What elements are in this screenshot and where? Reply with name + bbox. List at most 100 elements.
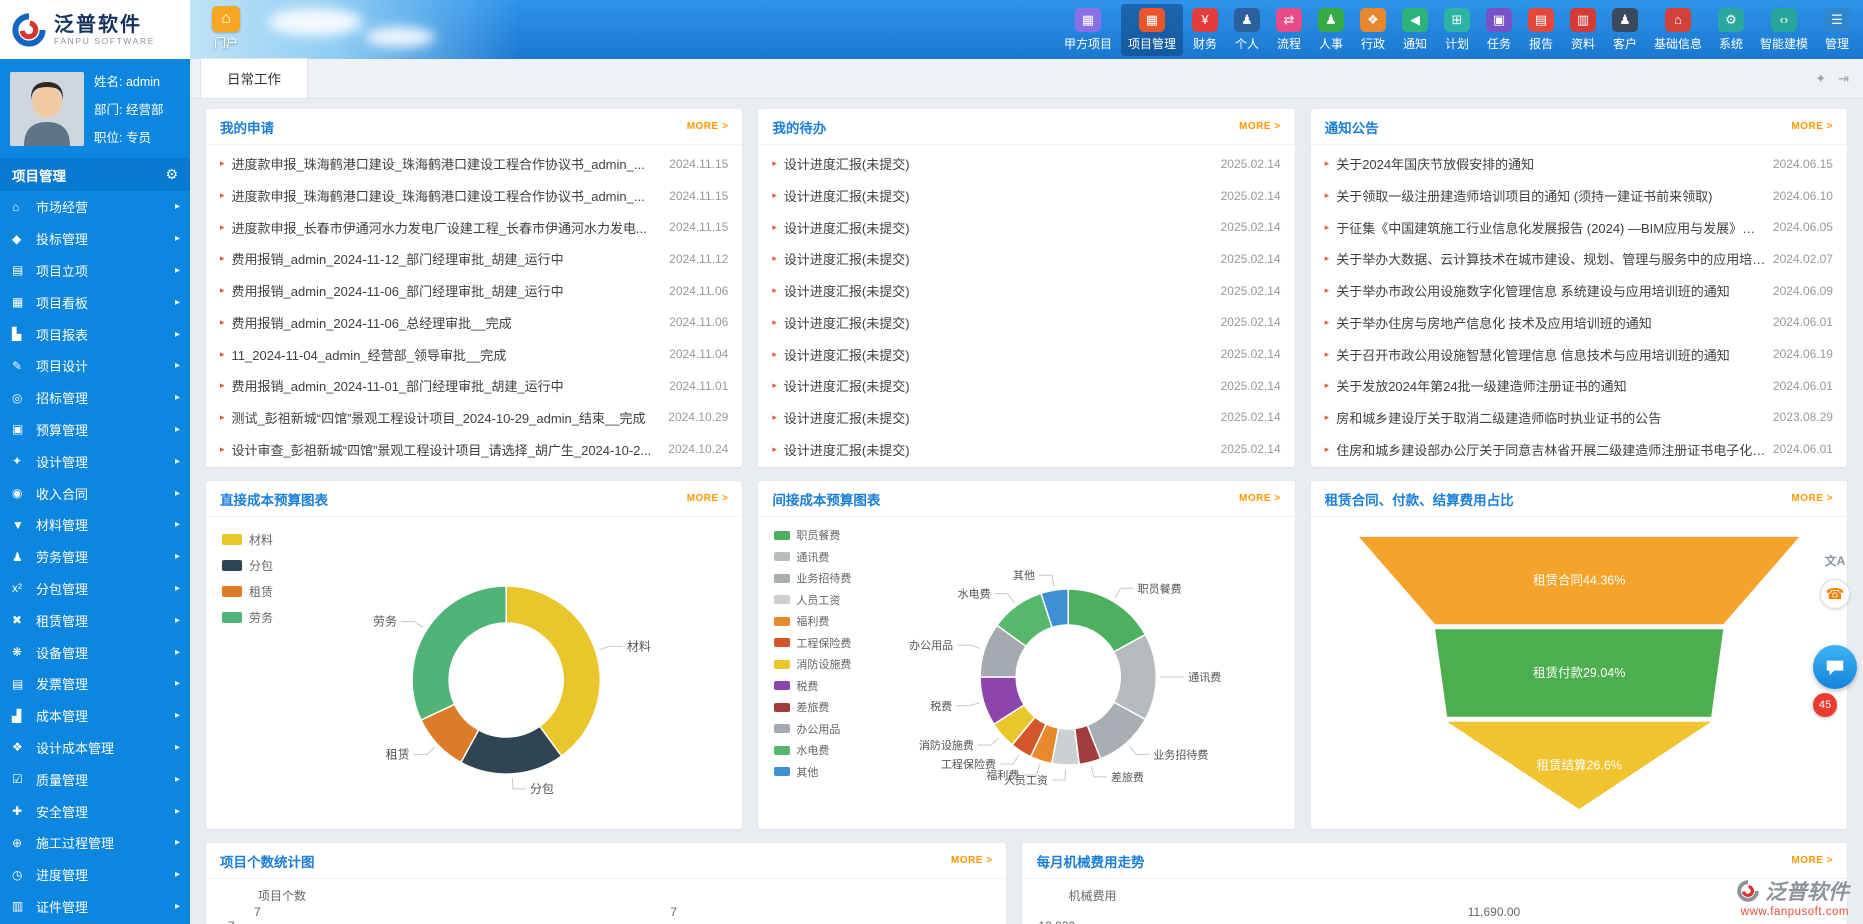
topnav-item[interactable]: ⚙系统 [1711, 4, 1751, 56]
sidebar-item[interactable]: ▤发票管理▸ [0, 668, 190, 700]
list-item[interactable]: ▸于征集《中国建筑施工行业信息化发展报告 (2024) —BIM应用与发展》材料… [1325, 211, 1833, 243]
legend-item[interactable]: 分包 [222, 557, 273, 574]
more-link[interactable]: MORE > [1791, 855, 1833, 866]
list-item[interactable]: ▸设计进度汇报(未提交)2025.02.14 [772, 338, 1280, 370]
legend-item[interactable]: 水电费 [774, 742, 851, 758]
list-item[interactable]: ▸测试_彭祖新城“四馆”景观工程设计项目_2024-10-29_admin_结束… [220, 402, 728, 434]
sidebar-item[interactable]: ✎项目设计▸ [0, 350, 190, 382]
topnav-item[interactable]: ⊞计划 [1437, 4, 1477, 56]
legend-item[interactable]: 人员工资 [774, 592, 851, 608]
topnav-item[interactable]: ‹›智能建模 [1753, 4, 1815, 56]
sidebar-item[interactable]: ◷进度管理▸ [0, 859, 190, 891]
topnav-item[interactable]: ❖行政 [1353, 4, 1393, 56]
sidebar-item[interactable]: ♟劳务管理▸ [0, 541, 190, 573]
sidebar-item[interactable]: ▼材料管理▸ [0, 509, 190, 541]
sidebar-item[interactable]: ▟成本管理▸ [0, 700, 190, 732]
legend-item[interactable]: 其他 [774, 764, 851, 780]
list-item[interactable]: ▸设计进度汇报(未提交)2025.02.14 [772, 243, 1280, 275]
topnav-item[interactable]: ▤报告 [1521, 4, 1561, 56]
chat-button[interactable] [1813, 645, 1857, 689]
sidebar-item[interactable]: ◎招标管理▸ [0, 382, 190, 414]
pie-slice[interactable] [506, 586, 600, 756]
sidebar-item[interactable]: x²分包管理▸ [0, 573, 190, 605]
sidebar-item[interactable]: ✚安全管理▸ [0, 795, 190, 827]
sidebar-item[interactable]: ⌂市场经营▸ [0, 191, 190, 223]
list-item[interactable]: ▸进度款申报_珠海鹤港口建设_珠海鹤港口建设工程合作协议书_admin_...2… [220, 180, 728, 212]
list-item[interactable]: ▸费用报销_admin_2024-11-01_部门经理审批_胡建_运行中2024… [220, 370, 728, 402]
list-item[interactable]: ▸关于召开市政公用设施智慧化管理信息 信息技术与应用培训班的通知2024.06.… [1325, 338, 1833, 370]
list-item[interactable]: ▸关于领取一级注册建造师培训项目的通知 (须持一建证书前来领取)2024.06.… [1325, 180, 1833, 212]
topnav-item[interactable]: ¥财务 [1185, 4, 1225, 56]
topnav-item[interactable]: ⇄流程 [1269, 4, 1309, 56]
legend-item[interactable]: 租赁 [222, 583, 273, 600]
key-icon[interactable]: ✦ [1815, 71, 1826, 87]
list-item[interactable]: ▸费用报销_admin_2024-11-12_部门经理审批_胡建_运行中2024… [220, 243, 728, 275]
sidebar-item[interactable]: ◆投标管理▸ [0, 223, 190, 255]
list-item[interactable]: ▸进度款申报_珠海鹤港口建设_珠海鹤港口建设工程合作协议书_admin_...2… [220, 148, 728, 180]
sidebar-item[interactable]: ⊕施工过程管理▸ [0, 827, 190, 859]
legend-item[interactable]: 福利费 [774, 613, 851, 629]
topnav-item[interactable]: ▦项目管理 [1121, 4, 1183, 56]
gear-icon[interactable]: ⚙ [165, 166, 178, 183]
list-item[interactable]: ▸设计进度汇报(未提交)2025.02.14 [772, 275, 1280, 307]
more-link[interactable]: MORE > [687, 493, 729, 504]
topnav-item[interactable]: ♟客户 [1605, 4, 1645, 56]
topnav-item[interactable]: ◀通知 [1395, 4, 1435, 56]
avatar[interactable] [10, 72, 84, 146]
legend-item[interactable]: 通讯费 [774, 549, 851, 565]
list-item[interactable]: ▸11_2024-11-04_admin_经营部_领导审批__完成2024.11… [220, 338, 728, 370]
more-link[interactable]: MORE > [1239, 121, 1281, 132]
topnav-item[interactable]: ▣任务 [1479, 4, 1519, 56]
list-item[interactable]: ▸设计进度汇报(未提交)2025.02.14 [772, 402, 1280, 434]
topnav-item[interactable]: ▥资料 [1563, 4, 1603, 56]
sidebar-item[interactable]: ✦设计管理▸ [0, 445, 190, 477]
legend-item[interactable]: 职员餐费 [774, 527, 851, 543]
phone-icon[interactable]: ☎ [1820, 579, 1850, 609]
sidebar-item[interactable]: ▣预算管理▸ [0, 414, 190, 446]
list-item[interactable]: ▸进度款申报_长春市伊通河水力发电厂设建工程_长春市伊通河水力发电...2024… [220, 211, 728, 243]
topnav-item[interactable]: ⌂基础信息 [1647, 4, 1709, 56]
more-link[interactable]: MORE > [1239, 493, 1281, 504]
pie-slice[interactable] [412, 586, 506, 720]
list-item[interactable]: ▸关于2024年国庆节放假安排的通知2024.06.15 [1325, 148, 1833, 180]
list-item[interactable]: ▸设计审查_彭祖新城“四馆”景观工程设计项目_请选择_胡广生_2024-10-2… [220, 433, 728, 465]
translate-icon[interactable]: 文A [1825, 552, 1846, 569]
list-item[interactable]: ▸住房和城乡建设部办公厅关于同意吉林省开展二级建造师注册证书电子化试点...20… [1325, 433, 1833, 465]
topnav-item[interactable]: ♟个人 [1227, 4, 1267, 56]
list-item[interactable]: ▸设计进度汇报(未提交)2025.02.14 [772, 148, 1280, 180]
tab-daily-work[interactable]: 日常工作 [200, 58, 308, 98]
more-link[interactable]: MORE > [951, 855, 993, 866]
sidebar-item[interactable]: ▥证件管理▸ [0, 891, 190, 923]
topnav-portal[interactable]: ⌂ 门户 [212, 6, 240, 51]
legend-item[interactable]: 工程保险费 [774, 635, 851, 651]
sidebar-item[interactable]: ▙项目报表▸ [0, 318, 190, 350]
topnav-item[interactable]: ♟人事 [1311, 4, 1351, 56]
sidebar-item[interactable]: ▦项目看板▸ [0, 286, 190, 318]
more-link[interactable]: MORE > [1791, 121, 1833, 132]
legend-item[interactable]: 材料 [222, 531, 273, 548]
list-item[interactable]: ▸设计进度汇报(未提交)2025.02.14 [772, 211, 1280, 243]
list-item[interactable]: ▸关于发放2024年第24批一级建造师注册证书的通知2024.06.01 [1325, 370, 1833, 402]
list-item[interactable]: ▸费用报销_admin_2024-11-06_部门经理审批_胡建_运行中2024… [220, 275, 728, 307]
legend-item[interactable]: 税费 [774, 678, 851, 694]
list-item[interactable]: ▸关于举办市政公用设施数字化管理信息 系统建设与应用培训班的通知2024.06.… [1325, 275, 1833, 307]
sidebar-item[interactable]: ❖设计成本管理▸ [0, 732, 190, 764]
module-header[interactable]: 项目管理 ⚙ [0, 158, 190, 191]
list-item[interactable]: ▸设计进度汇报(未提交)2025.02.14 [772, 307, 1280, 339]
legend-item[interactable]: 劳务 [222, 609, 273, 626]
topnav-item[interactable]: ▦甲方项目 [1057, 4, 1119, 56]
legend-item[interactable]: 办公用品 [774, 721, 851, 737]
expand-icon[interactable]: ⇥ [1838, 71, 1849, 87]
legend-item[interactable]: 业务招待费 [774, 570, 851, 586]
sidebar-item[interactable]: ❋设备管理▸ [0, 636, 190, 668]
footer-url[interactable]: www.fanpusoft.com [1737, 906, 1849, 918]
sidebar-item[interactable]: ◉收入合同▸ [0, 477, 190, 509]
more-link[interactable]: MORE > [1791, 493, 1833, 504]
more-link[interactable]: MORE > [687, 121, 729, 132]
list-item[interactable]: ▸设计进度汇报(未提交)2025.02.14 [772, 433, 1280, 465]
legend-item[interactable]: 差旅费 [774, 699, 851, 715]
sidebar-item[interactable]: ✖租赁管理▸ [0, 604, 190, 636]
list-item[interactable]: ▸设计进度汇报(未提交)2025.02.14 [772, 370, 1280, 402]
app-logo[interactable]: 泛普软件 FANPU SOFTWARE [0, 0, 190, 59]
list-item[interactable]: ▸关于举办大数据、云计算技术在城市建设、规划、管理与服务中的应用培训班...20… [1325, 243, 1833, 275]
